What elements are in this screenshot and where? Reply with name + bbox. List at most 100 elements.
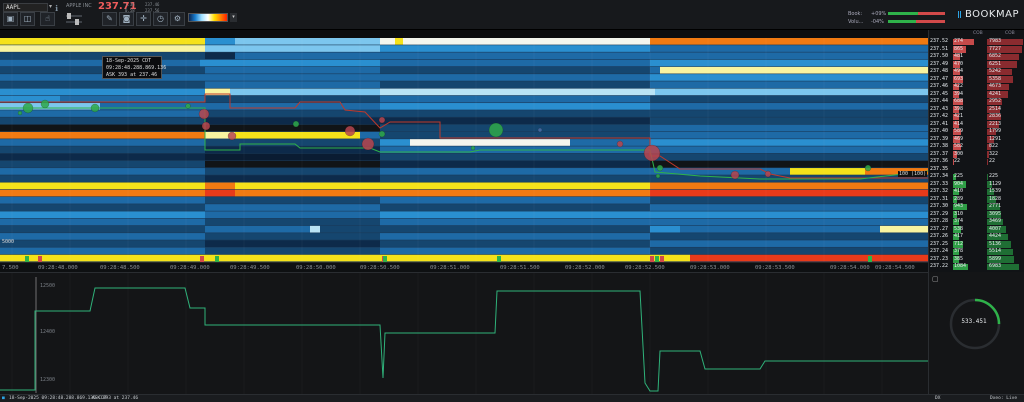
- trade-bubble[interactable]: [537, 127, 543, 133]
- ladder-row[interactable]: 237.28 374 3469: [929, 218, 1024, 226]
- heatmap-contrast-slider[interactable]: [66, 13, 82, 19]
- ladder-price: 237.44: [930, 98, 949, 104]
- ladder-row[interactable]: 237.26 417 4424: [929, 233, 1024, 241]
- ladder-volume: 688: [954, 98, 964, 104]
- ladder-row[interactable]: 237.52 274 7983: [929, 38, 1024, 46]
- indicator-y-label: 12300: [40, 377, 55, 383]
- trade-bubble[interactable]: [764, 170, 772, 178]
- chevron-down-icon[interactable]: ▾: [49, 3, 52, 10]
- ladder-cob-value: 3469: [989, 218, 1002, 224]
- time-axis-label: 09:28:50.500: [360, 265, 400, 271]
- ladder-row[interactable]: 237.50 481 6852: [929, 53, 1024, 61]
- ladder-price: 237.22: [930, 263, 949, 269]
- ladder-price: 237.29: [930, 210, 949, 217]
- ladder-row[interactable]: 237.51 865 7727: [929, 46, 1024, 54]
- ladder-row[interactable]: 237.43 398 2514: [929, 106, 1024, 114]
- ladder-row[interactable]: 237.47 693 5358: [929, 76, 1024, 84]
- ladder-row[interactable]: 237.23 385 5899: [929, 256, 1024, 264]
- trade-bubble[interactable]: [643, 144, 661, 162]
- trade-bubble[interactable]: [198, 108, 210, 120]
- ladder-row[interactable]: 237.30 943 2771: [929, 203, 1024, 211]
- ladder-row[interactable]: 237.42 421 2836: [929, 113, 1024, 121]
- ladder-price: 237.37: [930, 150, 949, 157]
- layout-icon[interactable]: ▣: [3, 12, 18, 26]
- price-ladder[interactable]: COB COB 237.52 274 7983 237.51 865 7727 237.50…: [928, 30, 1024, 272]
- ladder-row[interactable]: 237.34 225 225: [929, 173, 1024, 181]
- ladder-volume: 417: [954, 233, 964, 239]
- trade-bubble[interactable]: [378, 116, 386, 124]
- trade-bubble[interactable]: [378, 130, 386, 138]
- ladder-row[interactable]: 237.44 688 2952: [929, 98, 1024, 106]
- grid-icon[interactable]: ◫: [20, 12, 35, 26]
- ladder-row[interactable]: 237.45 394 4241: [929, 91, 1024, 99]
- status-ask: ASK 393 at 237.46: [92, 396, 139, 401]
- order-size-tag[interactable]: 100 (100): [898, 171, 928, 177]
- heatmap-brightness-slider[interactable]: [66, 19, 82, 25]
- trade-bubble[interactable]: [90, 103, 100, 113]
- trade-bubble[interactable]: [201, 121, 211, 131]
- ladder-volume: 300: [954, 150, 964, 157]
- ladder-row[interactable]: 237.33 904 1129: [929, 181, 1024, 189]
- trade-bubble[interactable]: [22, 102, 34, 114]
- heatmap-color-scale[interactable]: [188, 13, 228, 22]
- trade-bubble[interactable]: [488, 122, 504, 138]
- book-pct: +09%: [871, 11, 887, 17]
- chevron-down-icon[interactable]: ▾: [230, 13, 237, 22]
- ladder-row[interactable]: 237.22 1084 6983: [929, 263, 1024, 271]
- ladder-cob-value: 822: [989, 143, 999, 149]
- trade-bubble[interactable]: [470, 145, 476, 151]
- ladder-volume: 374: [954, 218, 964, 224]
- ladder-row[interactable]: 237.37 300 322: [929, 151, 1024, 159]
- ladder-row[interactable]: 237.38 582 822: [929, 143, 1024, 151]
- volume-ask-bar: [916, 20, 945, 23]
- trade-bubble[interactable]: [17, 110, 23, 116]
- ladder-row[interactable]: 237.27 538 4007: [929, 226, 1024, 234]
- indicator-pane[interactable]: 12500 12400 12300: [0, 272, 928, 395]
- ladder-row[interactable]: 237.36 22 22: [929, 158, 1024, 166]
- company-name: APPLE INC: [66, 3, 92, 9]
- settings-icon[interactable]: ▢: [932, 275, 939, 283]
- camera-icon[interactable]: ◙: [119, 12, 134, 26]
- gauge: [949, 298, 1001, 350]
- trade-bubble[interactable]: [730, 170, 740, 180]
- ladder-row[interactable]: 237.31 289 1828: [929, 196, 1024, 204]
- one-click-icon[interactable]: ☝: [40, 12, 55, 26]
- ladder-row[interactable]: 237.39 469 1291: [929, 136, 1024, 144]
- indicator-y-label: 12400: [40, 329, 55, 335]
- ladder-volume: 410: [954, 188, 964, 194]
- crosshair-icon[interactable]: ✛: [136, 12, 151, 26]
- ladder-row[interactable]: 237.46 422 4673: [929, 83, 1024, 91]
- ladder-row[interactable]: 237.24 378 5514: [929, 248, 1024, 256]
- pencil-icon[interactable]: ✎: [102, 12, 117, 26]
- ladder-row[interactable]: 237.32 410 1539: [929, 188, 1024, 196]
- clock-icon[interactable]: ◷: [153, 12, 168, 26]
- ladder-header-cob: COB: [973, 31, 983, 36]
- trade-bubble[interactable]: [655, 173, 661, 179]
- symbol-selector[interactable]: AAPL: [3, 3, 48, 12]
- ladder-row[interactable]: 237.35: [929, 166, 1024, 174]
- trade-bubble[interactable]: [361, 137, 375, 151]
- ladder-row[interactable]: 237.41 414 2213: [929, 121, 1024, 129]
- ladder-price: 237.34: [930, 173, 949, 179]
- time-axis[interactable]: 7.500 09:28:48.000 09:28:48.500 09:28:49.00…: [0, 262, 928, 272]
- ladder-cob-value: 2952: [989, 98, 1002, 104]
- trade-bubble[interactable]: [656, 164, 664, 172]
- chart-settings-icon[interactable]: ⚙: [170, 12, 185, 26]
- volume-pct: -04%: [871, 19, 884, 25]
- info-icon[interactable]: ℹ: [55, 4, 58, 13]
- ladder-price: 237.26: [930, 233, 949, 239]
- ladder-row[interactable]: 237.49 470 6251: [929, 61, 1024, 69]
- trade-bubble[interactable]: [227, 131, 237, 141]
- trade-bubble[interactable]: [864, 164, 872, 172]
- ladder-row[interactable]: 237.25 712 5136: [929, 241, 1024, 249]
- ladder-volume: 470: [954, 60, 964, 67]
- trade-bubble[interactable]: [292, 120, 300, 128]
- quote-change: 1.36: [125, 2, 135, 7]
- ladder-row[interactable]: 237.48 494 5242: [929, 68, 1024, 76]
- trade-bubble[interactable]: [40, 99, 50, 109]
- trade-bubble[interactable]: [344, 125, 356, 137]
- trade-bubble[interactable]: [616, 140, 624, 148]
- ladder-row[interactable]: 237.29 310 3095: [929, 211, 1024, 219]
- trade-bubble[interactable]: [185, 103, 191, 109]
- ladder-row[interactable]: 237.40 589 1799: [929, 128, 1024, 136]
